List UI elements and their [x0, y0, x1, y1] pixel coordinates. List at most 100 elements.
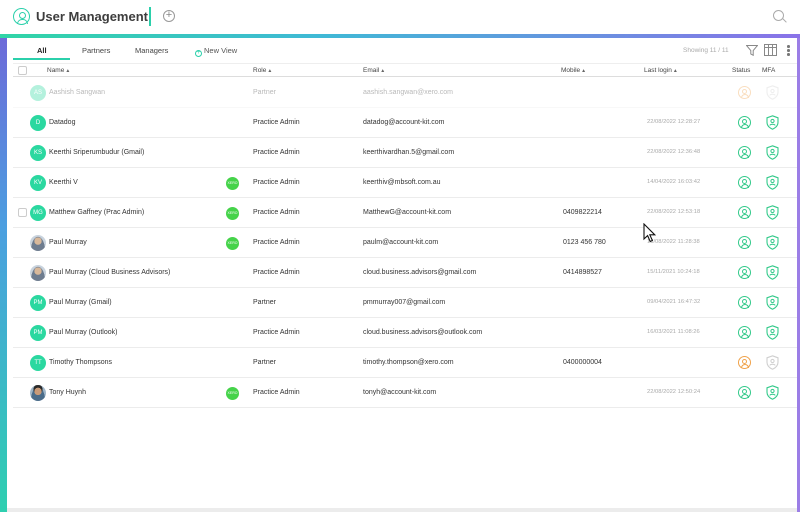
user-status-icon[interactable]	[738, 326, 751, 339]
user-role: Practice Admin	[253, 119, 300, 126]
column-header-name[interactable]: Name▲	[47, 67, 70, 74]
user-last-login: 14/04/2022 16:03:42	[647, 179, 701, 185]
row-checkbox[interactable]	[18, 208, 27, 217]
table-row[interactable]: D Datadog Practice Admin datadog@account-ki…	[13, 108, 797, 138]
user-name[interactable]: Aashish Sangwan	[49, 89, 105, 96]
column-header-status: Status	[732, 67, 751, 74]
mfa-shield-icon[interactable]	[766, 385, 779, 400]
avatar: AS	[30, 85, 46, 101]
user-name[interactable]: Tony Huynh	[49, 389, 86, 396]
columns-icon[interactable]	[764, 44, 777, 56]
tab-all[interactable]: All	[37, 46, 47, 55]
table-row[interactable]: PM Paul Murray (Outlook) Practice Admin clo…	[13, 318, 797, 348]
avatar: D	[30, 115, 46, 131]
user-name[interactable]: Paul Murray (Gmail)	[49, 299, 112, 306]
user-email: timothy.thompson@xero.com	[363, 359, 454, 366]
column-header-role[interactable]: Role▲	[253, 67, 272, 74]
table-row[interactable]: KS Keerthi Sriperumbudur (Gmail) Practice …	[13, 138, 797, 168]
table-row[interactable]: Tony Huynh XERO Practice Admin tonyh@accoun…	[13, 378, 797, 408]
mfa-shield-icon[interactable]	[766, 295, 779, 310]
new-view-button[interactable]: + New View	[195, 46, 237, 57]
mfa-shield-icon[interactable]	[766, 355, 779, 370]
user-name[interactable]: Matthew Gaffney (Prac Admin)	[49, 209, 144, 216]
mfa-shield-icon[interactable]	[766, 205, 779, 220]
mfa-shield-icon[interactable]	[766, 145, 779, 160]
tab-partners[interactable]: Partners	[82, 46, 110, 55]
user-mobile: 0123 456 780	[563, 239, 606, 246]
title-divider	[149, 7, 151, 26]
user-name[interactable]: Paul Murray (Outlook)	[49, 329, 117, 336]
avatar: MG	[30, 205, 46, 221]
user-email: MatthewG@account-kit.com	[363, 209, 452, 216]
view-tabs: All Partners Managers + New View Showing …	[13, 41, 797, 61]
user-email: pmmurray007@gmail.com	[363, 299, 446, 306]
more-options-icon[interactable]	[787, 45, 790, 57]
user-email: cloud.business.advisors@outlook.com	[363, 329, 483, 336]
user-last-login: 22/08/2022 12:50:24	[647, 389, 701, 395]
tab-managers[interactable]: Managers	[135, 46, 168, 55]
user-email: cloud.business.advisors@gmail.com	[363, 269, 477, 276]
user-name[interactable]: Timothy Thompsons	[49, 359, 112, 366]
mfa-shield-icon[interactable]	[766, 115, 779, 130]
user-status-icon[interactable]	[738, 296, 751, 309]
user-role: Partner	[253, 299, 276, 306]
mfa-shield-icon[interactable]	[766, 175, 779, 190]
user-status-icon[interactable]	[738, 86, 751, 99]
user-status-icon[interactable]	[738, 116, 751, 129]
avatar: PM	[30, 295, 46, 311]
users-panel: All Partners Managers + New View Showing …	[13, 41, 797, 508]
user-name[interactable]: Keerthi V	[49, 179, 78, 186]
user-role: Practice Admin	[253, 269, 300, 276]
user-management-icon	[13, 8, 30, 25]
xero-badge: XERO	[226, 207, 239, 220]
user-email: paulm@account-kit.com	[363, 239, 439, 246]
search-icon[interactable]	[773, 10, 784, 21]
user-status-icon[interactable]	[738, 206, 751, 219]
table-row[interactable]: PM Paul Murray (Gmail) Partner pmmurray007@…	[13, 288, 797, 318]
column-header-email[interactable]: Email▲	[363, 67, 385, 74]
active-tab-indicator	[13, 58, 70, 60]
table-row[interactable]: AS Aashish Sangwan Partner aashish.sangwan@…	[13, 78, 797, 108]
user-status-icon[interactable]	[738, 266, 751, 279]
user-role: Practice Admin	[253, 149, 300, 156]
column-header-last-login[interactable]: Last login▲	[644, 67, 678, 74]
column-header-mfa: MFA	[762, 67, 776, 74]
user-name[interactable]: Datadog	[49, 119, 75, 126]
user-status-icon[interactable]	[738, 356, 751, 369]
user-status-icon[interactable]	[738, 386, 751, 399]
table-row[interactable]: TT Timothy Thompsons Partner timothy.thomps…	[13, 348, 797, 378]
table-row[interactable]: Paul Murray (Cloud Business Advisors) Pra…	[13, 258, 797, 288]
user-last-login: 22/08/2022 12:53:18	[647, 209, 701, 215]
avatar	[30, 265, 46, 281]
user-status-icon[interactable]	[738, 236, 751, 249]
table-row[interactable]: MG Matthew Gaffney (Prac Admin) XERO Practi…	[13, 198, 797, 228]
column-header-mobile[interactable]: Mobile▲	[561, 67, 586, 74]
mfa-shield-icon[interactable]	[766, 325, 779, 340]
add-circle-icon[interactable]: +	[163, 10, 175, 22]
table-header: Name▲ Role▲ Email▲ Mobile▲ Last login▲ S…	[13, 63, 797, 77]
mfa-shield-icon[interactable]	[766, 265, 779, 280]
user-last-login: 15/11/2021 10:24:18	[647, 269, 700, 275]
filter-icon[interactable]	[746, 45, 758, 56]
user-name[interactable]: Paul Murray	[49, 239, 87, 246]
app-header: User Management +	[0, 0, 800, 34]
select-all-checkbox[interactable]	[18, 66, 27, 75]
user-last-login: 16/03/2021 11:08:26	[647, 329, 700, 335]
user-name[interactable]: Keerthi Sriperumbudur (Gmail)	[49, 149, 144, 156]
user-email: keerthivardhan.5@gmail.com	[363, 149, 455, 156]
xero-badge: XERO	[226, 177, 239, 190]
table-row[interactable]: KV Keerthi V XERO Practice Admin keerthiv@mb…	[13, 168, 797, 198]
user-status-icon[interactable]	[738, 146, 751, 159]
user-mobile: 0400000004	[563, 359, 602, 366]
header-gradient-bar	[0, 34, 800, 38]
user-name[interactable]: Paul Murray (Cloud Business Advisors)	[49, 269, 170, 276]
avatar: PM	[30, 325, 46, 341]
plus-icon: +	[195, 50, 202, 57]
avatar: KV	[30, 175, 46, 191]
mfa-shield-icon[interactable]	[766, 235, 779, 250]
user-role: Practice Admin	[253, 179, 300, 186]
bottom-scrollbar[interactable]	[7, 508, 797, 512]
table-row[interactable]: Paul Murray XERO Practice Admin paulm@accou…	[13, 228, 797, 258]
mfa-shield-icon[interactable]	[766, 85, 779, 100]
user-status-icon[interactable]	[738, 176, 751, 189]
